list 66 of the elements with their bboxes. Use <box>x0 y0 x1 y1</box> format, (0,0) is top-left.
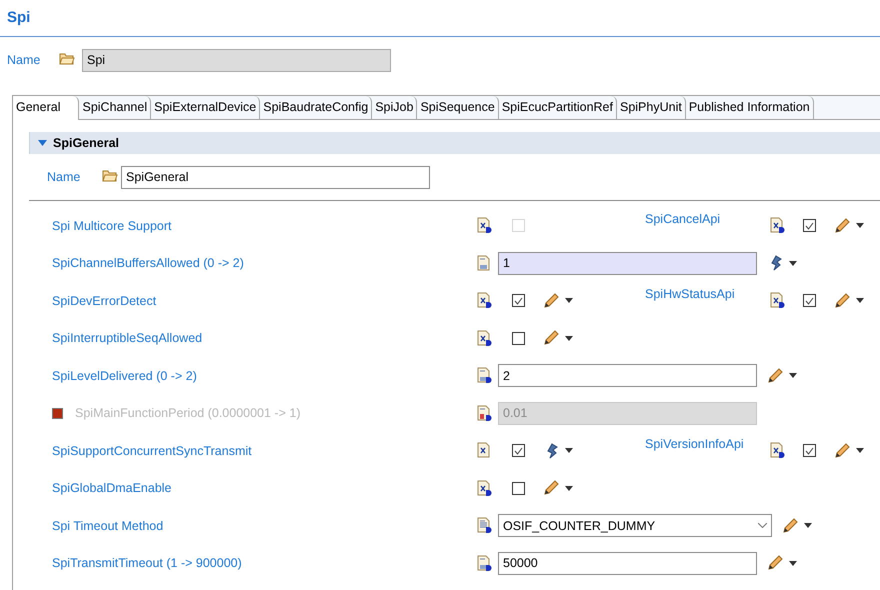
parameter-label: SpiGlobalDmaEnable <box>52 481 172 496</box>
parameter-label: SpiVersionInfoApi <box>645 437 745 451</box>
pencil-icon[interactable] <box>782 518 798 534</box>
parameter-icon <box>476 517 492 534</box>
parameter-label: Spi Multicore Support <box>52 218 172 233</box>
parameter-label: SpiMainFunctionPeriod (0.0000001 -> 1) <box>75 406 300 420</box>
caret-icon[interactable] <box>565 448 573 454</box>
parameter-icon <box>476 442 492 460</box>
input-field[interactable]: 2 <box>498 364 757 388</box>
name-label: Name <box>7 53 42 67</box>
parameter-label: SpiLevelDelivered (0 -> 2) <box>52 368 197 383</box>
parameter-icon <box>476 217 492 234</box>
parameter-label: SpiInterruptibleSeqAllowed <box>52 331 202 346</box>
name-label: Name <box>47 170 82 184</box>
caret-icon[interactable] <box>856 223 864 228</box>
checkbox[interactable] <box>512 332 525 345</box>
parameter-icon <box>769 442 785 460</box>
parameter-icon <box>476 480 492 497</box>
folder-icon <box>59 52 75 64</box>
caret-icon[interactable] <box>789 560 797 566</box>
pencil-icon[interactable] <box>543 480 559 496</box>
pencil-icon[interactable] <box>767 368 783 384</box>
input-field[interactable]: 1 <box>498 252 757 275</box>
parameter-label: SpiDevErrorDetect <box>52 294 156 308</box>
caret-icon[interactable] <box>565 486 573 491</box>
caret-icon[interactable] <box>804 523 812 528</box>
pencil-icon[interactable] <box>834 442 850 459</box>
checkbox[interactable] <box>803 294 816 308</box>
pencil-icon[interactable] <box>834 292 850 309</box>
name-field[interactable]: SpiGeneral <box>121 166 430 188</box>
parameter-label: SpiCancelApi <box>645 212 722 226</box>
checkbox[interactable] <box>512 444 525 458</box>
parameter-label: SpiChannelBuffersAllowed (0 -> 2) <box>52 256 244 270</box>
name-field[interactable]: Spi <box>82 48 391 72</box>
parameter-label: SpiHwStatusApi <box>645 287 736 301</box>
parameter-icon <box>476 367 492 384</box>
caret-icon[interactable] <box>565 336 573 341</box>
caret-icon[interactable] <box>565 298 573 304</box>
parameter-icon <box>476 254 492 272</box>
dropdown[interactable]: OSIF_COUNTER_DUMMY <box>498 514 772 538</box>
section-header[interactable]: SpiGeneral <box>29 132 880 154</box>
pencil-icon[interactable] <box>834 218 850 234</box>
caret-icon[interactable] <box>789 260 797 266</box>
parameter-label: SpiSupportConcurrentSyncTransmit <box>52 444 252 458</box>
folder-icon <box>102 170 118 182</box>
parameter-icon <box>769 217 785 234</box>
parameter-label: Spi Timeout Method <box>52 518 164 533</box>
caret-icon[interactable] <box>856 298 864 304</box>
input-field[interactable]: 50000 <box>498 552 757 575</box>
page-title: Spi <box>0 0 880 37</box>
parameter-icon <box>476 554 492 572</box>
caret-icon[interactable] <box>856 448 864 454</box>
checkbox[interactable] <box>803 444 816 458</box>
parameter-icon <box>476 292 492 310</box>
checkbox[interactable] <box>512 294 525 308</box>
parameter-icon <box>476 330 492 347</box>
parameter-label: SpiTransmitTimeout (1 -> 900000) <box>52 556 242 570</box>
caret-icon[interactable] <box>789 373 797 378</box>
pencil-icon[interactable] <box>543 292 559 309</box>
tab[interactable]: General <box>13 96 80 120</box>
chevron-icon[interactable] <box>758 523 767 528</box>
parameter-icon <box>769 292 785 310</box>
checkbox[interactable] <box>512 482 525 495</box>
pencil-icon[interactable] <box>543 330 559 346</box>
pencil-icon[interactable] <box>767 555 783 572</box>
parameter-icon <box>476 404 492 422</box>
